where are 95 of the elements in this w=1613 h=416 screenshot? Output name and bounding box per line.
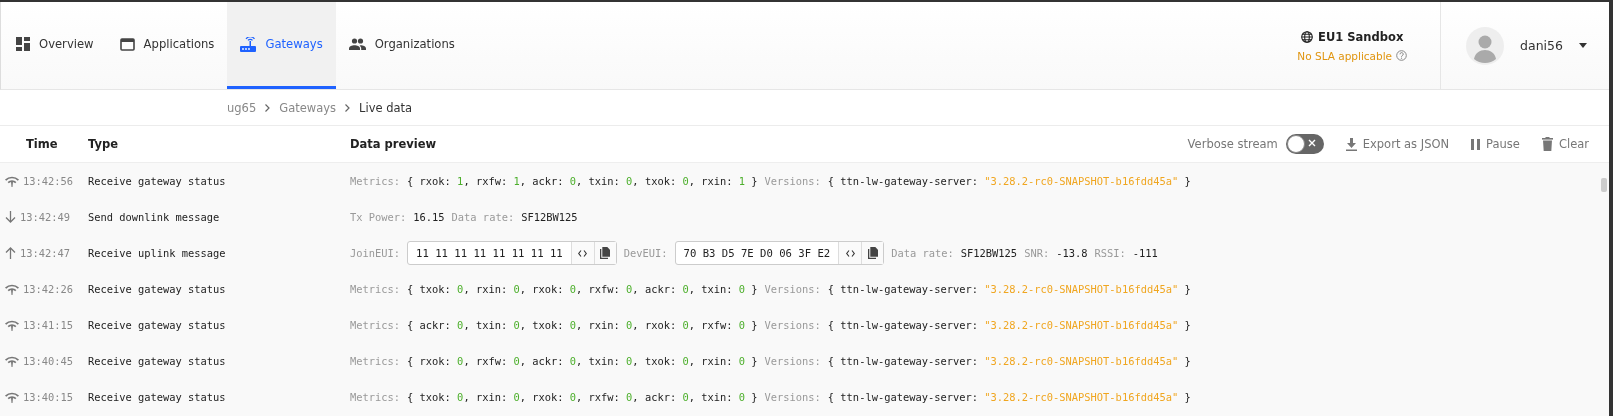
json-object: { txok: 0, rxin: 0, rxok: 0, rxfw: 0, ackr: 0, txin: 0 } [407,283,758,295]
eui-value: 11 11 11 11 11 11 11 11 [408,242,572,264]
signal-icon [5,175,19,187]
json-object: { ackr: 0, txin: 0, txok: 0, rxin: 0, rxok: 0, rxfw: 0 } [407,319,758,331]
field-label: Tx Power: [350,211,407,223]
field-label: Versions: [764,283,821,295]
field-label: Versions: [764,355,821,367]
event-type: Send downlink message [88,211,221,223]
field-value: -13.8 [1056,247,1088,259]
event-type: Receive gateway status [88,355,227,367]
breadcrumb[interactable]: Gateways [279,100,337,115]
copy-icon [867,247,878,259]
trash-icon [1541,137,1553,151]
nav-tab[interactable]: Overview [3,2,107,89]
field-label: JoinEUI: [350,247,401,259]
json-object: { ttn-lw-gateway-server: "3.28.2-rc0-SNAPSHOT-b16fdd45a" } [827,175,1191,187]
router-icon [240,36,257,52]
code-icon [578,249,588,257]
json-object: { rxok: 1, rxfw: 1, ackr: 0, txin: 0, txok: 0, rxin: 1 } [407,175,758,187]
field-value: SF12BW125 [960,247,1018,259]
field-label: SNR: [1024,247,1050,259]
help-icon[interactable] [1396,50,1408,61]
column-header: Type [88,137,119,151]
code-icon [845,249,855,257]
field-label: Data rate: [891,247,954,259]
sla-note: No SLA applicable [1297,49,1393,62]
json-object: { ttn-lw-gateway-server: "3.28.2-rc0-SNAPSHOT-b16fdd45a" } [827,283,1191,295]
field-label: Metrics: [350,283,401,295]
dashboard-icon [16,37,30,51]
event-time: 13:41:15 [23,319,74,331]
copy-button[interactable] [593,242,616,264]
event-type: Receive gateway status [88,175,227,187]
toggle-label: Verbose stream [1187,137,1278,151]
arrow-up-icon [5,247,16,259]
caret-icon[interactable] [1579,43,1587,48]
event-type: Receive gateway status [88,283,227,295]
field-value: 16.15 [413,211,445,223]
copy-icon [600,247,611,259]
event-type: Receive uplink message [88,247,227,259]
field-label: Metrics: [350,175,401,187]
json-object: { rxok: 0, rxfw: 0, ackr: 0, txin: 0, txok: 0, rxin: 0 } [407,355,758,367]
signal-icon [5,391,19,403]
pause-icon [1471,138,1481,150]
pause-button[interactable]: Pause [1471,137,1520,151]
nav-tab[interactable]: Organizations [335,2,468,89]
breadcrumb[interactable]: ug65 [227,100,257,115]
copy-button[interactable] [861,242,884,264]
column-header: Time [25,137,59,151]
field-label: Metrics: [350,355,401,367]
toggle-format-button[interactable] [571,242,594,264]
event-time: 13:40:45 [23,355,74,367]
field-label: Versions: [764,391,821,403]
event-type: Receive gateway status [88,391,227,403]
event-time: 13:42:49 [20,211,71,223]
event-time: 13:40:15 [23,391,74,403]
cluster-name: EU1 Sandbox [1318,29,1404,44]
breadcrumb: Live data [359,100,413,115]
nav-tab[interactable]: Applications [106,2,228,89]
field-label: Versions: [764,319,821,331]
json-object: { ttn-lw-gateway-server: "3.28.2-rc0-SNAPSHOT-b16fdd45a" } [827,355,1191,367]
signal-icon [5,355,19,367]
nav-tab[interactable]: Gateways [227,2,336,89]
json-object: { ttn-lw-gateway-server: "3.28.2-rc0-SNAPSHOT-b16fdd45a" } [827,391,1191,403]
clear-button[interactable]: Clear [1541,137,1589,151]
x-icon [1306,138,1317,148]
event-time: 13:42:26 [23,283,74,295]
field-value: -111 [1132,247,1158,259]
field-label: Metrics: [350,391,401,403]
column-header: Data preview [350,137,438,151]
scrollbar-thumb[interactable] [1601,178,1607,192]
field-label: Metrics: [350,319,401,331]
field-value: SF12BW125 [521,211,578,223]
download-icon [1345,137,1357,151]
toggle-switch[interactable] [1285,134,1324,154]
toggle-format-button[interactable] [839,242,862,264]
signal-icon [5,283,19,295]
chevron-right-icon [265,103,271,112]
globe-icon [1301,30,1314,43]
field-label: DevEUI: [623,247,668,259]
arrow-down-icon [5,211,16,223]
avatar-icon[interactable] [1466,26,1505,65]
json-object: { txok: 0, rxin: 0, rxok: 0, rxfw: 0, ackr: 0, txin: 0 } [407,391,758,403]
json-object: { ttn-lw-gateway-server: "3.28.2-rc0-SNAPSHOT-b16fdd45a" } [827,319,1191,331]
event-time: 13:42:47 [20,247,71,259]
export-button[interactable]: Export as JSON [1345,137,1450,151]
field-label: Data rate: [451,211,515,223]
field-label: RSSI: [1094,247,1126,259]
window-icon [119,37,135,51]
user-name[interactable]: dani56 [1520,38,1563,53]
people-icon [348,38,366,50]
signal-icon [5,319,19,331]
field-label: Versions: [764,175,821,187]
event-type: Receive gateway status [88,319,227,331]
chevron-right-icon [345,103,351,112]
event-time: 13:42:56 [23,175,74,187]
